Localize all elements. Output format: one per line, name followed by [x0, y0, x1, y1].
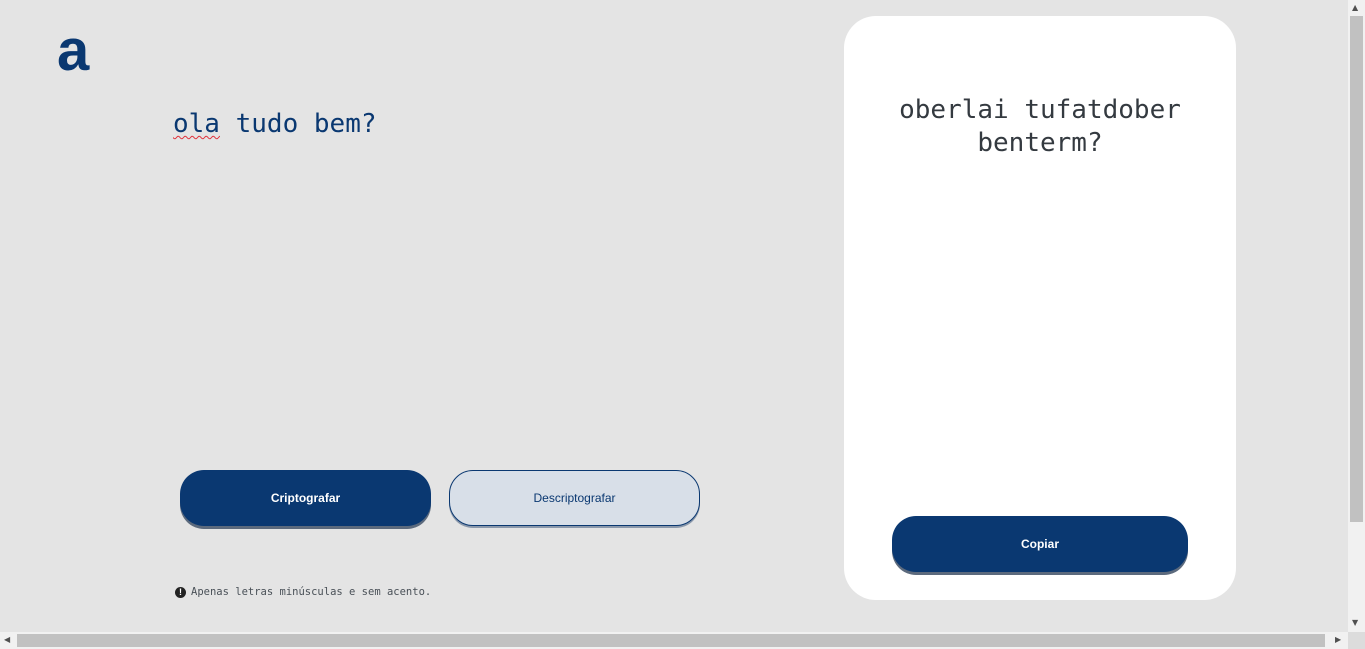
scroll-down-icon[interactable]: ▼	[1352, 618, 1358, 627]
horizontal-scroll-thumb[interactable]	[17, 634, 1325, 647]
message-input[interactable]: ola tudo bem?	[173, 106, 773, 436]
output-text: oberlai tufatdober benterm?	[899, 95, 1181, 158]
spellcheck-word: ola	[173, 109, 220, 139]
vertical-scrollbar[interactable]: ▲ ▼	[1348, 0, 1365, 632]
input-text-rest: tudo bem?	[219, 109, 377, 139]
exclamation-icon: !	[175, 586, 186, 598]
copy-button[interactable]: Copiar	[892, 516, 1188, 572]
scroll-up-icon[interactable]: ▲	[1352, 3, 1358, 12]
vertical-scroll-thumb[interactable]	[1350, 16, 1363, 522]
decrypt-button[interactable]: Descriptografar	[449, 470, 700, 526]
logo: a	[57, 18, 90, 83]
encrypt-button[interactable]: Criptografar	[180, 470, 431, 526]
scroll-right-icon[interactable]: ▶	[1335, 635, 1341, 644]
output-panel: oberlai tufatdober benterm? Copiar	[844, 16, 1236, 600]
scrollbar-corner	[1348, 632, 1365, 649]
hint-message: ! Apenas letras minúsculas e sem acento.	[175, 586, 431, 598]
scroll-left-icon[interactable]: ◀	[4, 635, 10, 644]
horizontal-scrollbar[interactable]: ◀ ▶	[0, 632, 1348, 649]
hint-text: Apenas letras minúsculas e sem acento.	[191, 586, 432, 598]
